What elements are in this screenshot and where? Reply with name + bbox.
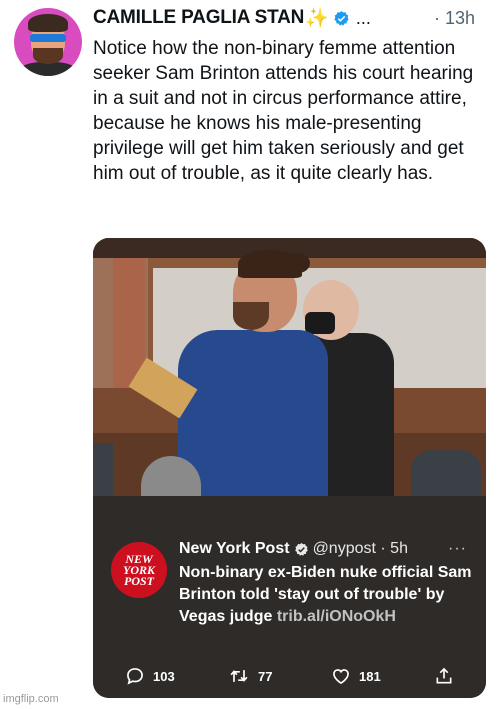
nypost-logo[interactable]: NEW YORK POST [111, 542, 167, 598]
quoted-tweet-header: New York Post @nypost · 5h ··· [179, 538, 479, 560]
avatar-shirt [20, 62, 76, 76]
quoted-tweet-text: Non-binary ex-Biden nuke official Sam Br… [179, 562, 474, 628]
avatar-beard [33, 48, 63, 64]
photo-man-blue-suit [178, 330, 328, 496]
action-bar: 103 77 181 [93, 664, 486, 688]
display-name[interactable]: CAMILLE PAGLIA STAN [93, 7, 304, 29]
avatar-hair [28, 14, 68, 32]
reply-count: 103 [153, 668, 175, 684]
retweet-count: 77 [258, 668, 273, 684]
quoted-tweet-card[interactable]: NEW YORK POST New York Post @nypost · 5h… [93, 238, 486, 698]
like-button[interactable]: 181 [331, 664, 381, 688]
avatar-sunglasses [30, 34, 66, 42]
heart-icon [333, 669, 349, 685]
timestamp[interactable]: · 13h [434, 8, 475, 29]
reply-button[interactable]: 103 [125, 664, 175, 688]
verified-badge-icon [334, 10, 349, 26]
more-options-icon[interactable]: ··· [448, 540, 467, 558]
retweet-icon [230, 670, 248, 682]
quoted-display-name[interactable]: New York Post [179, 540, 290, 558]
share-button[interactable] [434, 664, 462, 688]
watermark: imgflip.com [3, 693, 59, 705]
verified-badge-icon [294, 542, 308, 556]
photo-chair [411, 450, 481, 496]
avatar[interactable] [14, 8, 82, 76]
photo-man-bun [286, 253, 310, 273]
photo-chair-left [93, 443, 113, 496]
tweet-text: Notice how the non-binary femme attentio… [93, 38, 474, 184]
share-icon [436, 667, 452, 684]
quoted-link[interactable]: trib.al/iONoOkH [277, 608, 396, 625]
reply-icon [127, 668, 143, 685]
photo-face-mask [305, 312, 335, 334]
like-count: 181 [359, 668, 381, 684]
quoted-handle-time[interactable]: @nypost · 5h [313, 540, 408, 558]
name-truncation: ... [355, 7, 371, 28]
logo-line: POST [124, 573, 154, 588]
retweet-button[interactable]: 77 [228, 664, 272, 688]
sparkle-emoji: ✨ [305, 8, 329, 29]
tweet-header: CAMILLE PAGLIA STAN ✨ ... · 13h [93, 6, 493, 30]
photo-man-beard [233, 302, 269, 330]
courtroom-photo[interactable] [93, 238, 486, 496]
quoted-tweet-body: NEW YORK POST New York Post @nypost · 5h… [93, 496, 486, 698]
